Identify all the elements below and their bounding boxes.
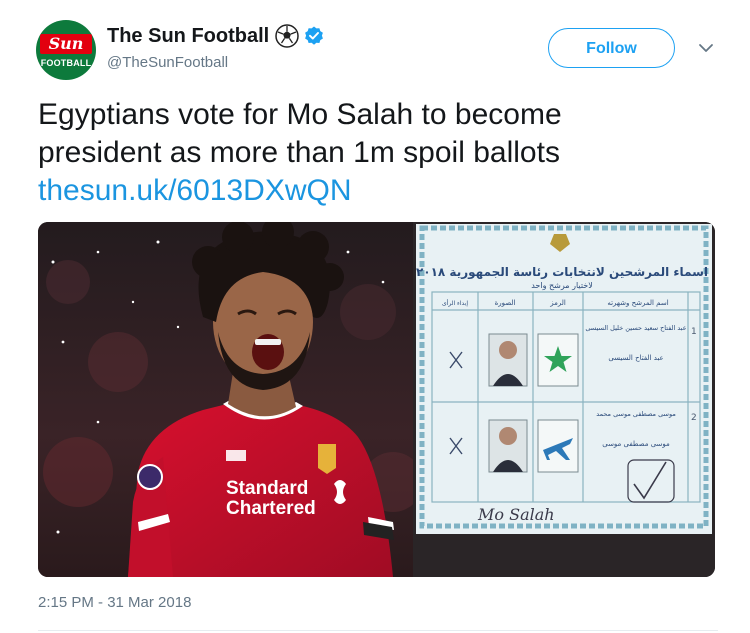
candidate-2-name: موسى مصطفى موسى محمد xyxy=(596,410,676,418)
tweet-timestamp[interactable]: 2:15 PM - 31 Mar 2018 xyxy=(38,594,191,611)
tweet-text-line: president as more than 1m spoil ballots xyxy=(38,136,560,169)
shirt-sponsor-line2: Chartered xyxy=(226,498,316,519)
candidate-1-alias: عبد الفتاح السيسى xyxy=(608,354,663,362)
candidate-1-name: عبد الفتاح سعيد حسين خليل السيسى xyxy=(585,324,686,332)
avatar-sub-text: FOOTBALL xyxy=(40,58,92,68)
name-row: The Sun Football xyxy=(107,22,324,50)
tweet-text-line: Egyptians vote for Mo Salah to become xyxy=(38,98,562,131)
soccer-ball-icon xyxy=(275,24,299,48)
ballot-header-name: اسم المرشح وشهرته xyxy=(607,299,668,307)
tweet-media-image[interactable]: Standard Chartered 1 2 اسماء المرشحين لا… xyxy=(38,222,715,577)
ballot-header-photo: الصورة xyxy=(495,299,516,307)
ballot-header-vote: إبداء الرأى xyxy=(442,299,468,307)
follow-button[interactable]: Follow xyxy=(548,28,675,68)
svg-text:1: 1 xyxy=(691,327,697,337)
svg-text:2: 2 xyxy=(691,413,697,423)
user-handle[interactable]: @TheSunFootball xyxy=(107,54,228,71)
tweet-text: Egyptians vote for Mo Salah to become pr… xyxy=(38,96,718,210)
divider xyxy=(38,630,718,631)
ballot-subtitle: لاختيار مرشح واحد xyxy=(531,281,593,290)
tweet-link[interactable]: thesun.uk/6013DXwQN xyxy=(38,172,352,210)
avatar-logo-text: Sun xyxy=(40,34,92,54)
tweet-header: Sun FOOTBALL The Sun Football @TheSunFoo… xyxy=(36,18,726,82)
ballot-header-symbol: الرمز xyxy=(549,299,566,307)
display-name[interactable]: The Sun Football xyxy=(107,25,269,48)
verified-badge-icon xyxy=(304,26,324,46)
avatar[interactable]: Sun FOOTBALL xyxy=(36,20,96,80)
ballot-title: اسماء المرشحين لانتخابات رئاسة الجمهورية… xyxy=(416,265,708,280)
chevron-down-icon[interactable] xyxy=(696,38,716,58)
shirt-sponsor-line1: Standard xyxy=(226,478,308,499)
candidate-2-alias: موسى مصطفى موسى xyxy=(602,440,670,448)
handwritten-name: Mo Salah xyxy=(477,505,555,524)
